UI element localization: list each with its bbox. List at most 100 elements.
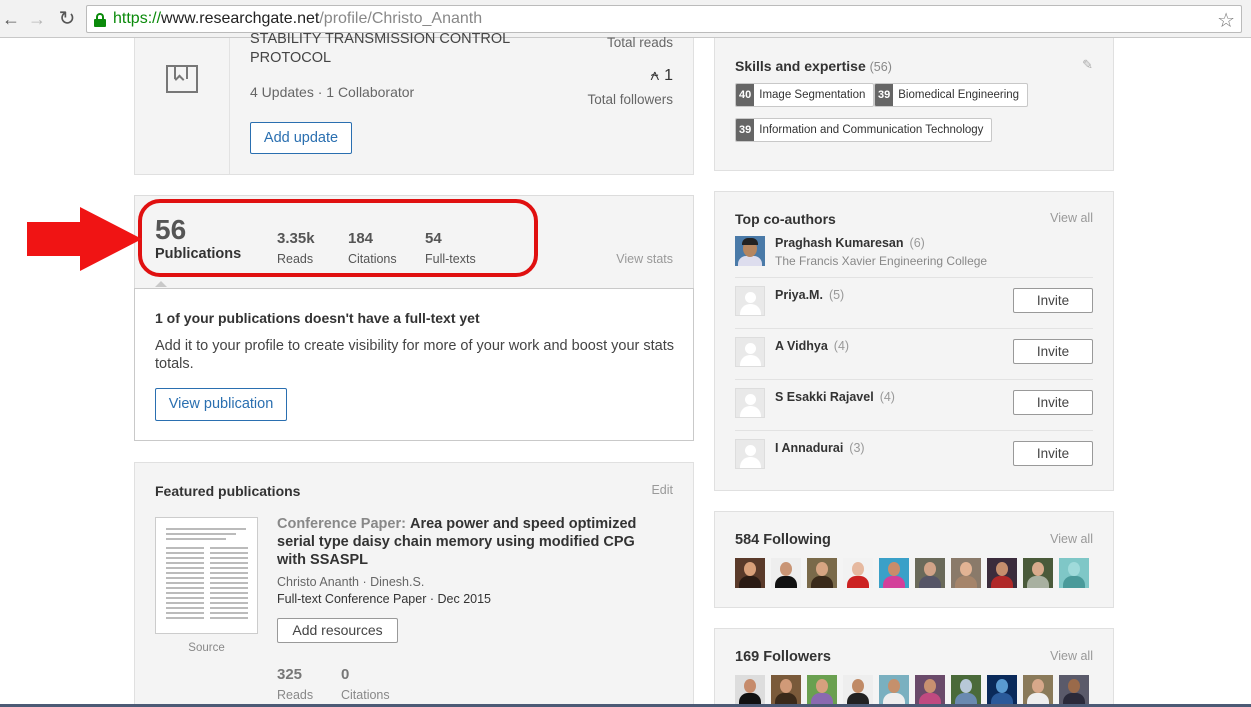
reload-icon[interactable]: ↻ (56, 8, 78, 30)
stat-fulltexts[interactable]: 54 Full-texts (425, 230, 476, 266)
avatar[interactable] (951, 558, 981, 588)
avatar[interactable] (879, 558, 909, 588)
fulltext-notice-card: 1 of your publications doesn't have a fu… (134, 288, 694, 441)
coauthor-row: Praghash Kumaresan (6) The Francis Xavier… (735, 236, 1093, 277)
reads-value: 3.35k (277, 230, 315, 247)
citations-value: 184 (348, 230, 374, 247)
invite-button[interactable]: Invite (1013, 390, 1093, 415)
avatar[interactable] (1023, 675, 1053, 705)
project-card: STABILITY TRANSMISSION CONTROL PROTOCOL … (134, 31, 694, 175)
invite-button[interactable]: Invite (1013, 441, 1093, 466)
coauthor-name[interactable]: I Annadurai (3) (775, 441, 865, 455)
back-arrow-icon[interactable]: ← (0, 8, 22, 30)
featured-publication-title[interactable]: Conference Paper: Area power and speed o… (277, 515, 637, 569)
lock-icon (94, 13, 106, 27)
avatar[interactable] (735, 236, 765, 266)
coauthors-view-all-link[interactable]: View all (1050, 211, 1093, 225)
skill-tag[interactable]: 39 Biomedical Engineering (874, 83, 1029, 107)
publication-kind: Full-text Conference Paper · Dec 2015 (277, 592, 491, 606)
publication-thumbnail[interactable] (155, 517, 258, 634)
fulltexts-value: 54 (425, 230, 442, 247)
avatar[interactable] (771, 558, 801, 588)
avatar[interactable] (771, 675, 801, 705)
coauthor-row: A Vidhya (4) Invite (735, 328, 1093, 379)
project-followers-value: 1 (664, 67, 673, 84)
followers-view-all-link[interactable]: View all (1050, 649, 1093, 663)
project-meta: 4 Updates · 1 Collaborator (250, 84, 415, 100)
citations-label: Citations (348, 252, 397, 266)
followers-title: 169 Followers (735, 649, 831, 665)
avatar[interactable] (951, 675, 981, 705)
avatar[interactable] (843, 558, 873, 588)
view-stats-link[interactable]: View stats (616, 252, 673, 266)
add-resources-button[interactable]: Add resources (277, 618, 398, 643)
featured-citations-value: 0 (341, 666, 350, 683)
avatar[interactable] (735, 439, 765, 469)
coauthor-name[interactable]: A Vidhya (4) (775, 339, 849, 353)
avatar[interactable] (879, 675, 909, 705)
avatar[interactable] (1059, 675, 1089, 705)
coauthor-count: (5) (828, 288, 845, 302)
following-view-all-link[interactable]: View all (1050, 532, 1093, 546)
skill-tag[interactable]: 39 Information and Communication Technolo… (735, 118, 993, 142)
skill-endorsement-count: 40 (736, 84, 755, 106)
featured-citations-label: Citations (341, 688, 390, 702)
pencil-icon[interactable]: ✎ (1082, 57, 1093, 73)
project-title-line1: STABILITY TRANSMISSION CONTROL (250, 31, 511, 47)
project-title-line2: PROTOCOL (250, 50, 332, 66)
coauthor-name[interactable]: Praghash Kumaresan (6) (775, 236, 925, 250)
forward-arrow-icon[interactable]: → (26, 8, 48, 30)
coauthors-title: Top co-authors (735, 211, 836, 227)
url-text[interactable]: https://www.researchgate.net/profile/Chr… (113, 10, 482, 28)
avatar[interactable] (735, 388, 765, 418)
avatar[interactable] (915, 558, 945, 588)
stats-card: 56 Publications 3.35k Reads 184 Citation… (134, 195, 694, 289)
avatar[interactable] (735, 286, 765, 316)
avatar[interactable] (915, 675, 945, 705)
coauthor-row: Priya.M. (5) Invite (735, 277, 1093, 328)
project-bookmark-icon (166, 65, 198, 93)
featured-edit-link[interactable]: Edit (651, 483, 673, 497)
avatar[interactable] (987, 675, 1017, 705)
address-bar[interactable]: https://www.researchgate.net/profile/Chr… (86, 5, 1242, 33)
coauthor-name[interactable]: Priya.M. (5) (775, 288, 844, 302)
fulltext-notice-description: Add it to your profile to create visibil… (155, 338, 675, 372)
follower-pulse-icon: ⍲ (650, 67, 660, 84)
avatar[interactable] (987, 558, 1017, 588)
publication-source-label: Source (188, 642, 225, 654)
avatar[interactable] (735, 337, 765, 367)
avatar[interactable] (1023, 558, 1053, 588)
stat-publications[interactable]: 56 Publications (155, 214, 241, 262)
avatar[interactable] (735, 675, 765, 705)
add-update-button[interactable]: Add update (250, 122, 352, 154)
avatar[interactable] (735, 558, 765, 588)
stat-reads[interactable]: 3.35k Reads (277, 230, 315, 266)
avatar[interactable] (843, 675, 873, 705)
bookmark-star-icon[interactable]: ☆ (1217, 8, 1235, 33)
publications-label: Publications (155, 246, 242, 262)
view-publication-button[interactable]: View publication (155, 388, 287, 421)
invite-button[interactable]: Invite (1013, 288, 1093, 313)
coauthor-name-text: I Annadurai (775, 441, 844, 455)
publication-authors[interactable]: Christo Ananth · Dinesh.S. (277, 575, 424, 589)
avatar[interactable] (1059, 558, 1089, 588)
coauthor-count: (6) (909, 236, 925, 250)
browser-toolbar: ← → ↻ https://www.researchgate.net/profi… (0, 0, 1251, 38)
coauthor-name-text: A Vidhya (775, 339, 828, 353)
invite-button[interactable]: Invite (1013, 339, 1093, 364)
publication-type: Conference Paper: (277, 516, 406, 532)
coauthor-name-text: S Esakki Rajavel (775, 390, 874, 404)
avatar[interactable] (807, 675, 837, 705)
skill-endorsement-count: 39 (875, 84, 894, 106)
coauthor-name-text: Priya.M. (775, 288, 823, 302)
featured-publications-title: Featured publications (155, 483, 301, 499)
coauthor-name-text: Praghash Kumaresan (775, 236, 904, 250)
skill-tag[interactable]: 40 Image Segmentation (735, 83, 875, 107)
skill-label: Biomedical Engineering (898, 89, 1020, 101)
avatar[interactable] (807, 558, 837, 588)
following-title: 584 Following (735, 532, 831, 548)
publications-count: 56 (155, 214, 187, 245)
stat-citations[interactable]: 184 Citations (348, 230, 397, 266)
coauthor-name[interactable]: S Esakki Rajavel (4) (775, 390, 895, 404)
project-title[interactable]: STABILITY TRANSMISSION CONTROL PROTOCOL (250, 31, 550, 68)
